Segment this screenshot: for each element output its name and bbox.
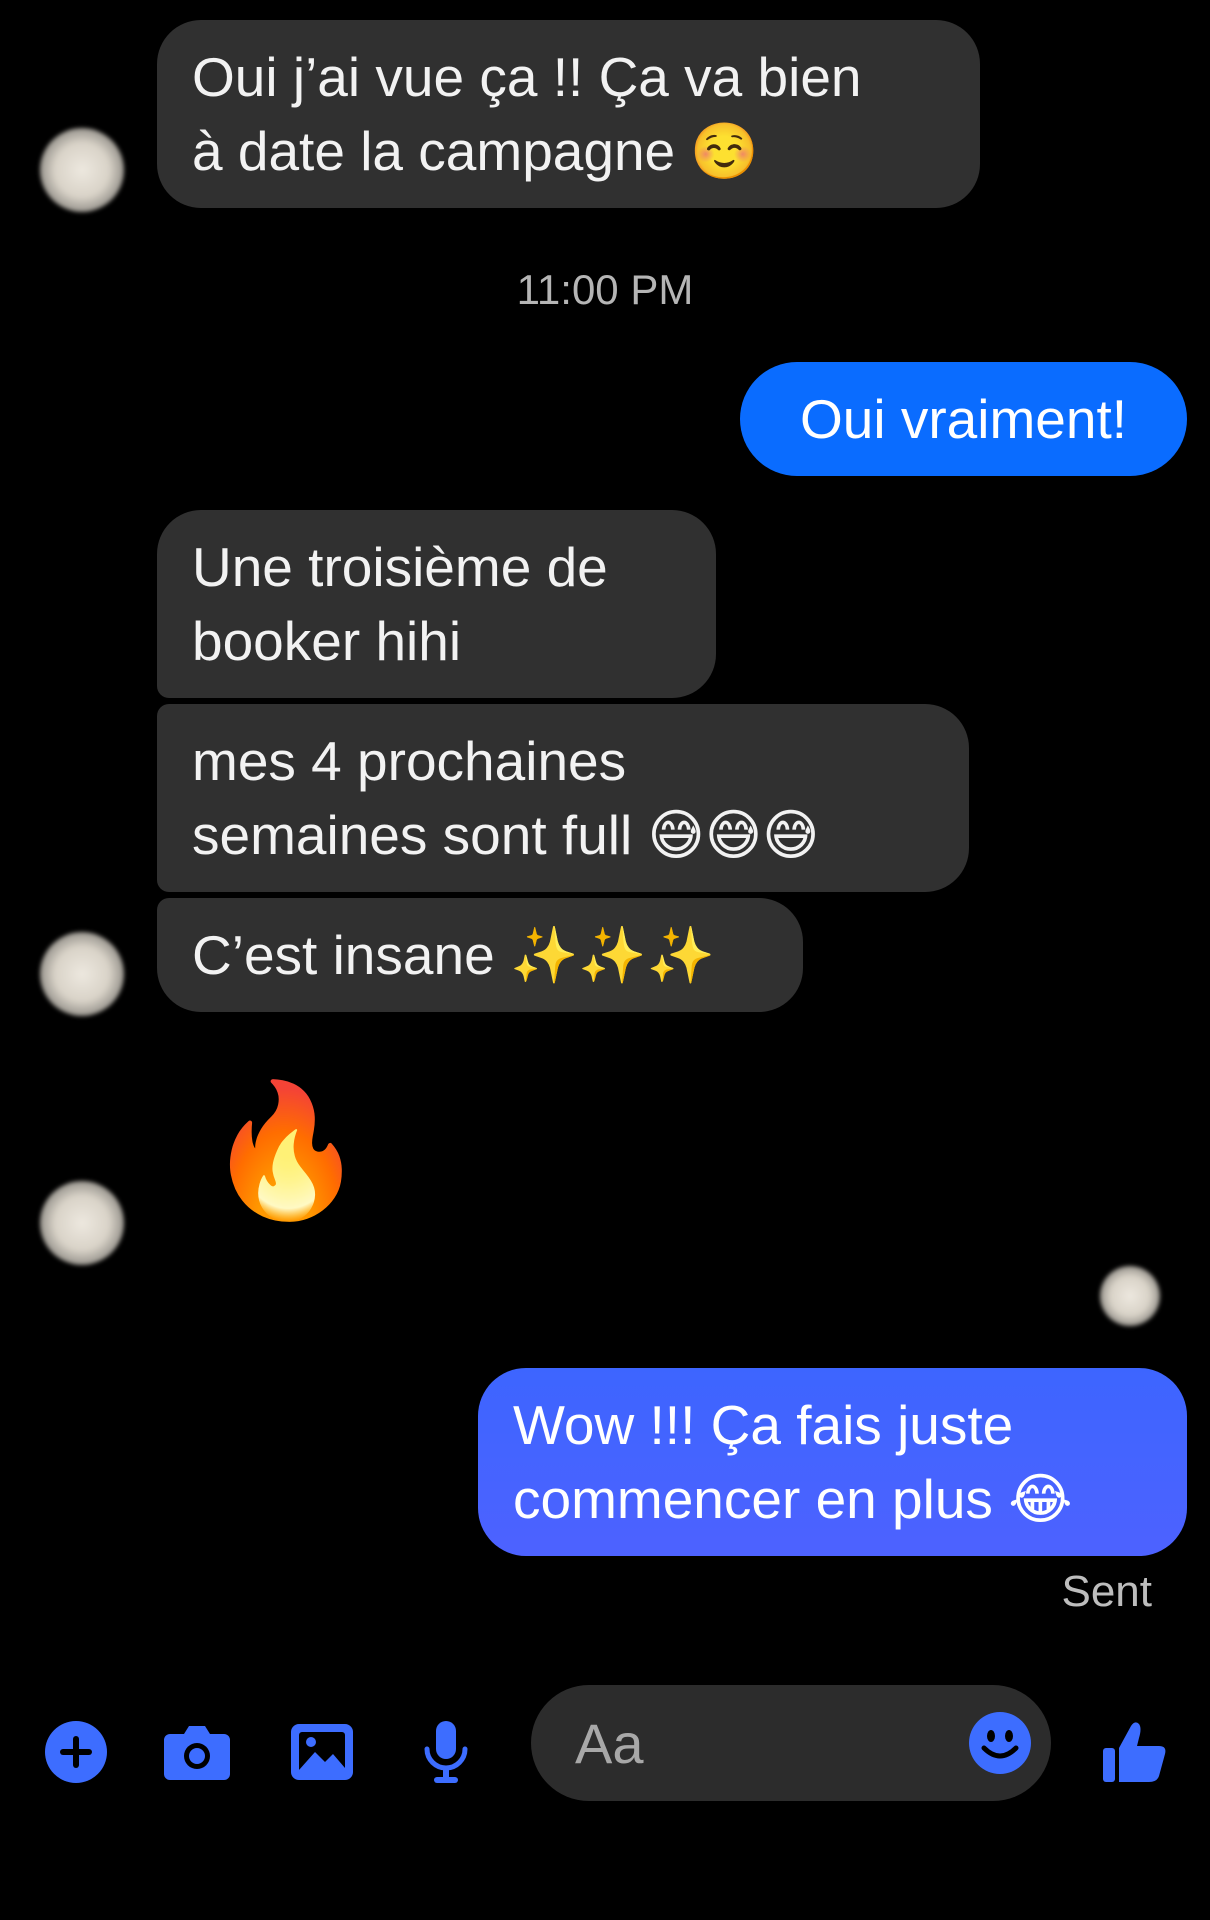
message-bubble-outgoing[interactable]: Oui vraiment! [740, 362, 1187, 476]
message-text-line: Oui j’ai vue ça !! Ça va bien [192, 46, 862, 108]
voice-button[interactable] [420, 1716, 472, 1788]
message-text-line: mes 4 prochaines [192, 730, 627, 792]
message-text-line: Wow !!! Ça fais juste [513, 1394, 1014, 1456]
message-text-line: semaines sont full 😅😅😅 [192, 804, 820, 866]
read-receipt-avatar [1100, 1266, 1160, 1326]
message-bubble-incoming[interactable]: mes 4 prochaines semaines sont full 😅😅😅 [157, 704, 969, 892]
message-input[interactable]: Aa [531, 1685, 1051, 1801]
emoji-icon[interactable] [967, 1710, 1033, 1776]
camera-button[interactable] [160, 1716, 234, 1788]
message-text-line: Une troisième de [192, 536, 608, 598]
message-text-line: Oui vraiment! [799, 388, 1128, 450]
add-button[interactable] [40, 1716, 112, 1788]
message-text-line: commencer en plus 😂 [513, 1468, 1073, 1530]
message-bubble-incoming[interactable]: C’est insane ✨✨✨ [157, 898, 803, 1012]
fire-icon: 🔥 [205, 1074, 367, 1226]
fire-emoji-message[interactable]: 🔥 [205, 1070, 367, 1230]
message-text-line: à date la campagne ☺️ [192, 120, 759, 182]
timestamp: 11:00 PM [516, 266, 694, 313]
image-icon [291, 1724, 353, 1780]
gallery-button[interactable] [288, 1716, 356, 1788]
contact-avatar[interactable] [40, 932, 124, 1016]
message-bubble-outgoing[interactable]: Wow !!! Ça fais juste commencer en plus … [478, 1368, 1187, 1556]
like-button[interactable] [1100, 1716, 1170, 1788]
message-bubble-incoming[interactable]: Une troisième de booker hihi [157, 510, 716, 698]
message-text-line: booker hihi [192, 610, 462, 672]
plus-circle-icon [45, 1721, 107, 1783]
message-bubble-incoming[interactable]: Oui j’ai vue ça !! Ça va bien à date la … [157, 20, 980, 208]
message-status: Sent [1061, 1567, 1152, 1616]
message-input-placeholder: Aa [575, 1712, 644, 1775]
contact-avatar[interactable] [40, 1181, 124, 1265]
thumbs-up-icon [1103, 1722, 1166, 1782]
contact-avatar[interactable] [40, 128, 124, 212]
microphone-icon [424, 1721, 468, 1783]
camera-icon [164, 1726, 230, 1780]
message-text-line: C’est insane ✨✨✨ [192, 924, 716, 986]
